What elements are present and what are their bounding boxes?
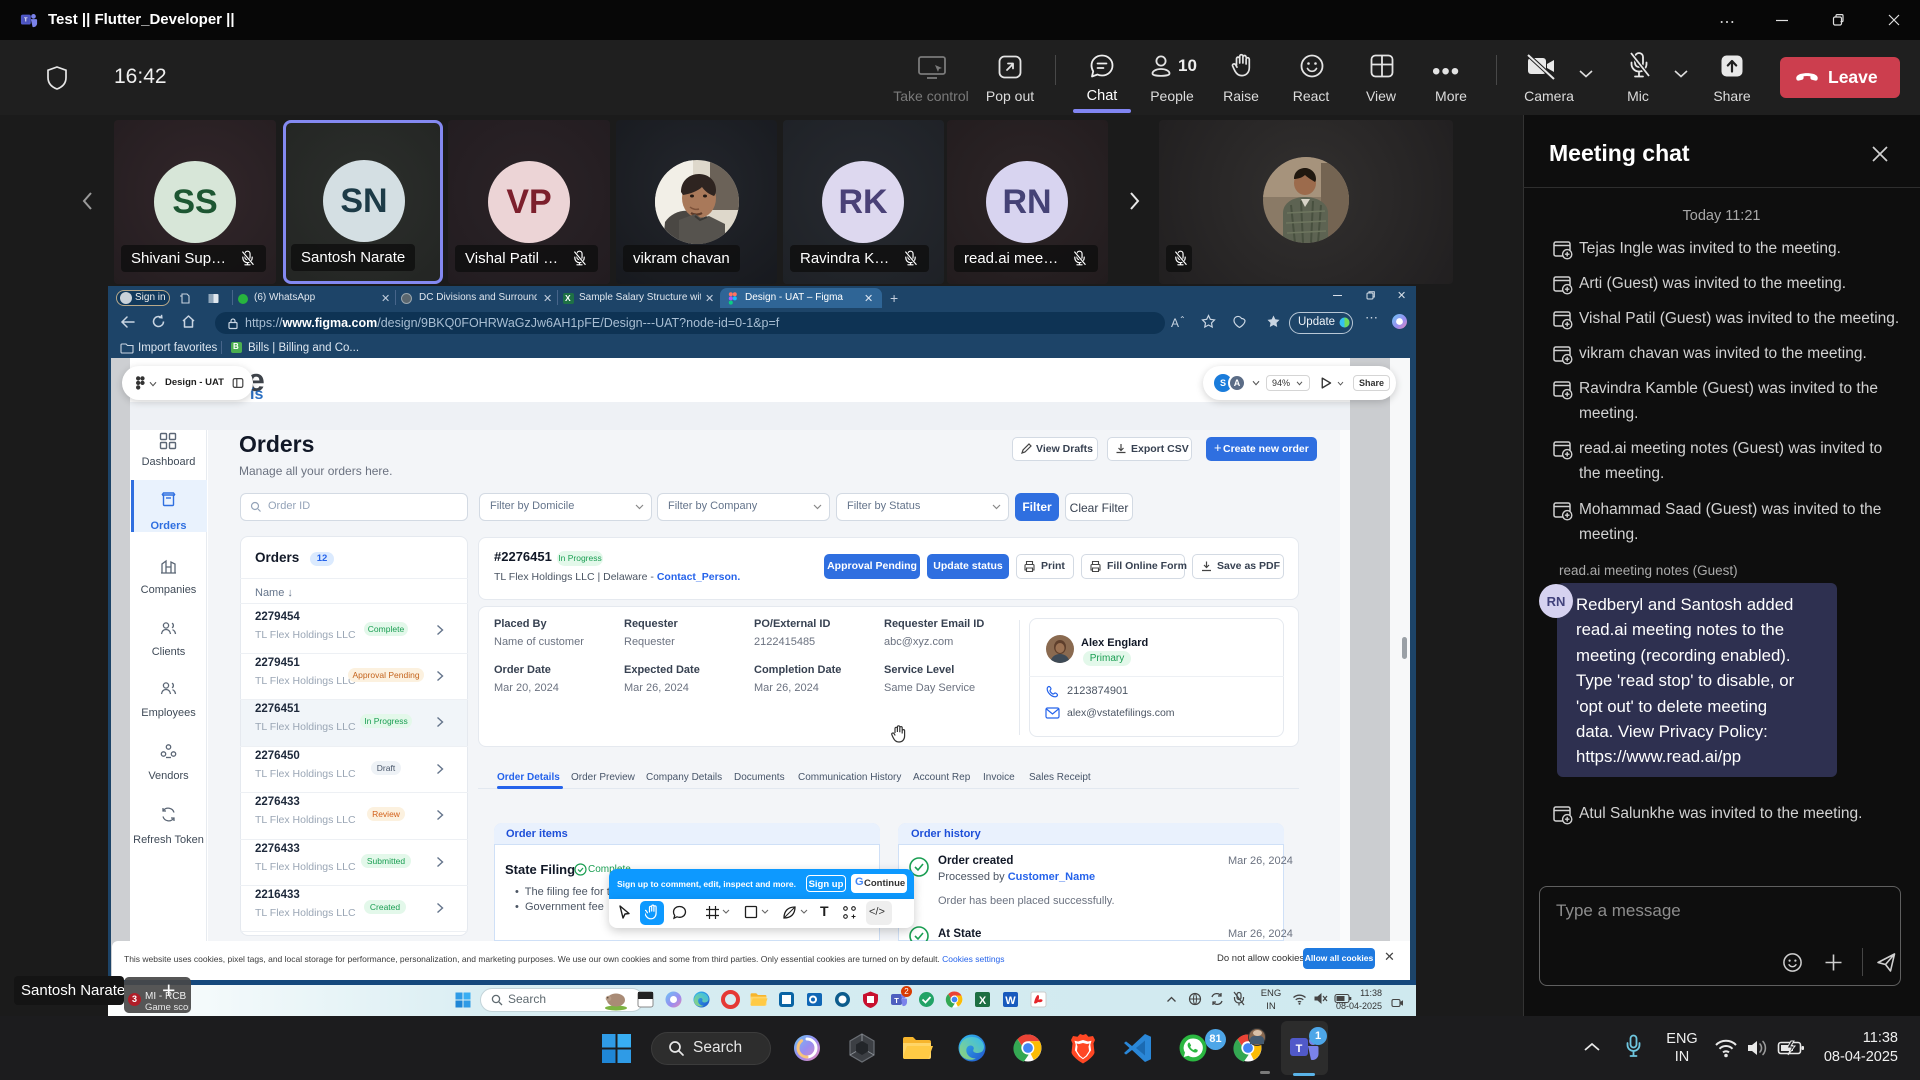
svg-text:W: W [1005,995,1016,1007]
svg-text:T: T [1296,1043,1303,1055]
svg-text:T: T [894,996,899,1005]
svg-text:T: T [24,17,28,23]
svg-text:X: X [979,995,987,1007]
